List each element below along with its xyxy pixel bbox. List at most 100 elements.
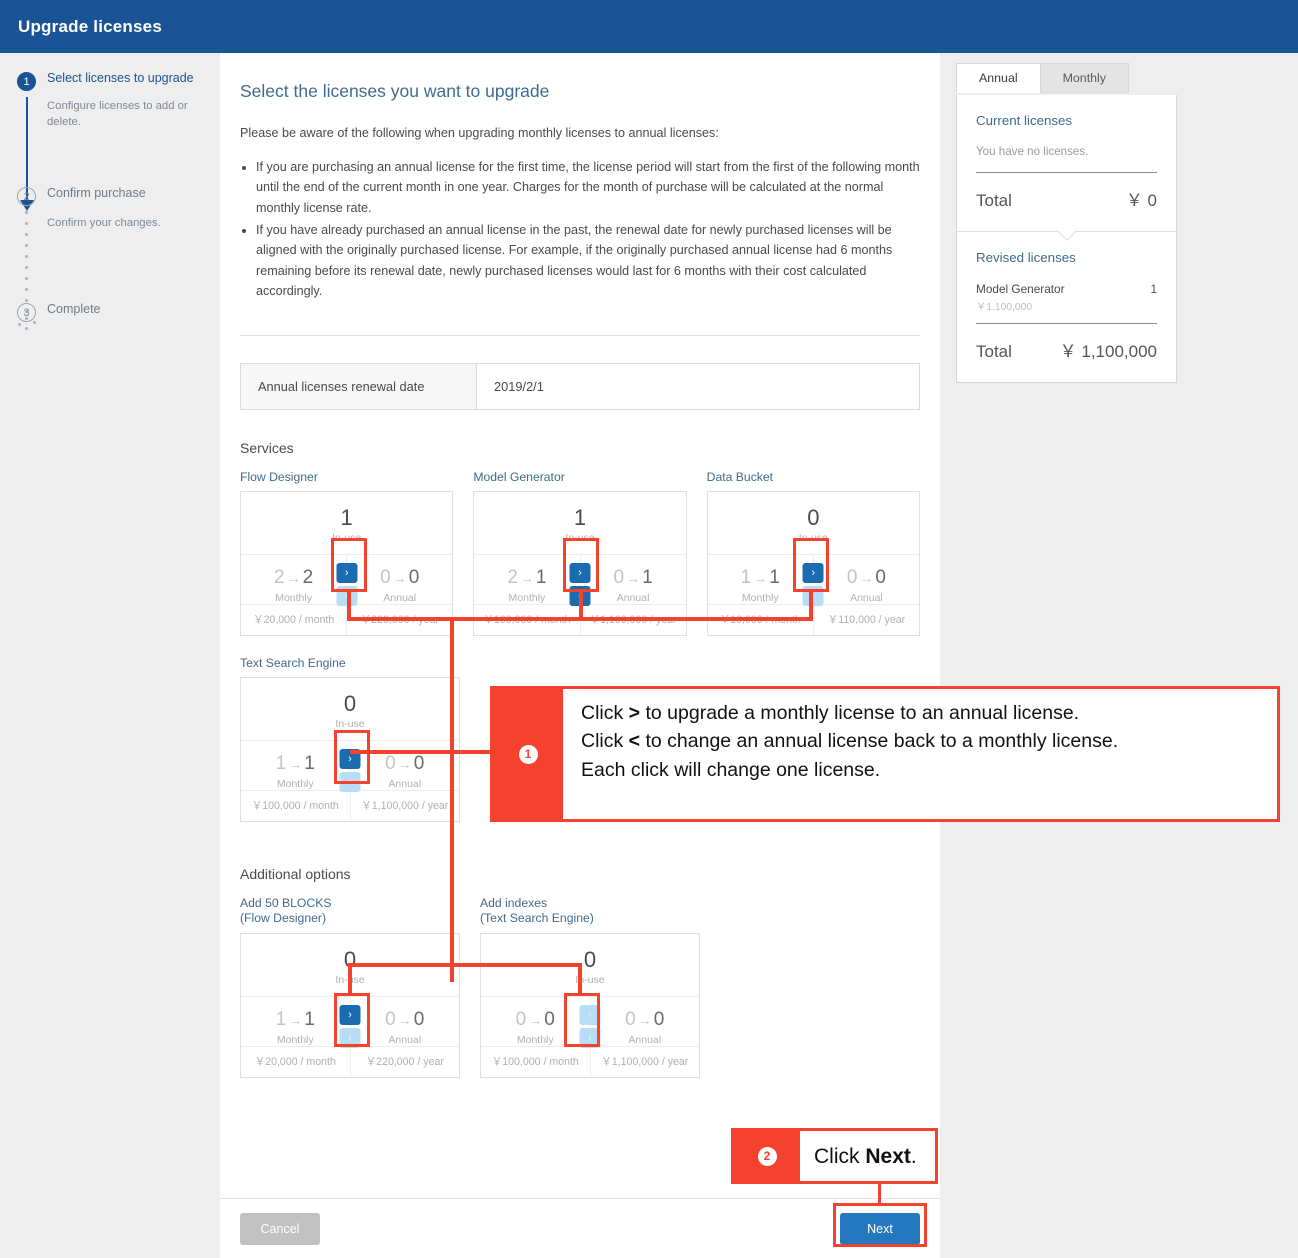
monthly-caption: Monthly — [275, 591, 312, 604]
notes-list: If you are purchasing an annual license … — [256, 157, 920, 302]
current-licenses-heading: Current licenses — [976, 113, 1073, 128]
monthly-from: 0 — [515, 1008, 527, 1030]
current-total-row: Total ￥ 0 — [976, 173, 1157, 211]
current-licenses-empty-text: You have no licenses. — [976, 145, 1089, 158]
intro-text: Please be aware of the following when up… — [240, 126, 719, 140]
annotation-line-2: Click < to change an annual license back… — [581, 730, 1119, 753]
annotation-next-text: Click Next. — [814, 1145, 917, 1168]
monthly-from: 1 — [740, 567, 752, 589]
annual-to: 1 — [642, 567, 653, 589]
option-name: Add 50 BLOCKS (Flow Designer) — [240, 896, 460, 927]
annotation-highlight-add-blocks-stepper — [334, 993, 370, 1047]
option-card-add-indexes: Add indexes (Text Search Engine) 0 In-use… — [480, 896, 700, 1078]
annual-price: ￥110,000 / year — [827, 613, 906, 626]
monthly-price: ￥100,000 / month — [481, 1046, 591, 1077]
transition-arrow-icon: → — [626, 570, 641, 587]
annual-to: 0 — [413, 1008, 425, 1030]
transition-arrow-icon: → — [397, 756, 412, 773]
current-total-value: ￥ 0 — [1125, 191, 1157, 210]
cancel-button[interactable]: Cancel — [240, 1213, 320, 1245]
annual-caption: Annual — [850, 591, 883, 604]
service-name: Data Bucket — [706, 469, 774, 484]
option-name-line2: (Text Search Engine) — [480, 911, 594, 926]
tab-annual[interactable]: Annual — [956, 63, 1041, 93]
in-use-caption: In-use — [335, 718, 365, 731]
revised-item-price: ￥1,100,000 — [976, 302, 1033, 313]
revised-total-label: Total — [976, 342, 1012, 361]
step-1-badge: 1 — [17, 72, 36, 91]
option-name-line1: Add 50 BLOCKS — [240, 896, 332, 911]
monthly-price: ￥100,000 / month — [241, 791, 351, 822]
monthly-price: ￥20,000 / month — [241, 1046, 351, 1077]
app-window: Upgrade licenses 1 Select licenses to up… — [0, 0, 1298, 1258]
tab-monthly[interactable]: Monthly — [1040, 63, 1129, 93]
monthly-from: 2 — [274, 567, 285, 589]
summary-tabs: Annual Monthly — [956, 63, 1129, 93]
step-3-badge: 3 — [17, 303, 36, 322]
monthly-caption: Monthly — [508, 591, 546, 604]
annotation-connector — [450, 617, 454, 982]
monthly-to: 1 — [304, 753, 315, 775]
wizard-step-rail: 1 Select licenses to upgrade Configure l… — [0, 53, 220, 1258]
monthly-to: 0 — [544, 1008, 555, 1030]
renewal-date-label: Annual licenses renewal date — [241, 363, 477, 409]
divider — [240, 334, 920, 336]
annual-section: 0 → 0 Annual — [814, 555, 919, 604]
monthly-to: 1 — [769, 567, 780, 589]
revised-total-value: ￥ 1,100,000 — [1059, 342, 1157, 361]
annual-section: 0 → 0 Annual — [591, 997, 700, 1046]
annual-to: 0 — [413, 753, 425, 775]
annotation-connector — [348, 963, 352, 995]
annual-caption: Annual — [628, 1033, 662, 1046]
annual-to: 0 — [408, 567, 420, 589]
summary-panel: Annual Monthly Current licenses You have… — [940, 53, 1298, 1258]
annual-from: 0 — [846, 567, 858, 589]
main-content-panel: Select the licenses you want to upgrade … — [220, 53, 940, 1258]
in-use-count: 0 — [583, 946, 597, 972]
annotation-connector — [809, 592, 813, 617]
annotation-line-3: Each click will change one license. — [581, 758, 881, 781]
transition-arrow-icon: → — [753, 570, 768, 587]
in-use-count: 1 — [340, 504, 353, 530]
transition-arrow-icon: → — [528, 1011, 543, 1028]
monthly-from: 2 — [507, 567, 518, 589]
annotation-highlight-next-button — [833, 1203, 927, 1247]
revised-total-row: Total ￥ 1,100,000 — [976, 324, 1157, 362]
annotation-callout-1-number: 1 — [493, 689, 563, 819]
transition-arrow-icon: → — [392, 570, 407, 587]
wizard-step-1[interactable]: 1 Select licenses to upgrade Configure l… — [17, 71, 197, 131]
annotation-callout-1-body: Click > to upgrade a monthly license to … — [563, 689, 1136, 819]
current-total-label: Total — [976, 191, 1012, 210]
renewal-date-table: Annual licenses renewal date 2019/2/1 — [240, 362, 920, 410]
step-3-title: Complete — [47, 302, 101, 316]
step-2-badge: 2 — [17, 187, 36, 206]
service-name: Text Search Engine — [240, 655, 346, 670]
current-licenses-block: Current licenses You have no licenses. T… — [957, 95, 1176, 231]
in-use-count: 1 — [573, 504, 587, 530]
monthly-to: 1 — [304, 1008, 315, 1030]
transition-arrow-icon: → — [288, 1011, 303, 1028]
transition-arrow-icon: → — [519, 570, 534, 587]
note-item: If you have already purchased an annual … — [256, 220, 920, 302]
annotation-connector — [348, 963, 582, 967]
note-item: If you are purchasing an annual license … — [256, 157, 920, 218]
annotation-connector — [350, 750, 372, 754]
summary-card: Current licenses You have no licenses. T… — [956, 95, 1177, 383]
wizard-step-2[interactable]: 2 Confirm purchase Confirm your changes. — [17, 186, 197, 231]
annotation-highlight-add-indexes-stepper — [564, 993, 600, 1047]
page-title: Select the licenses you want to upgrade — [240, 81, 550, 101]
wizard-step-3[interactable]: 3 Complete — [17, 302, 101, 322]
annual-from: 0 — [625, 1008, 636, 1030]
transition-arrow-icon: → — [397, 1011, 412, 1028]
annotation-connector — [347, 592, 351, 617]
transition-arrow-icon: → — [859, 570, 874, 587]
annual-price: ￥1,100,000 / year — [601, 1055, 689, 1068]
in-use-count: 0 — [343, 691, 357, 717]
monthly-from: 1 — [275, 753, 287, 775]
annual-price: ￥220,000 / year — [365, 1055, 444, 1068]
annotation-number-badge: 2 — [757, 1146, 777, 1166]
annotation-connector — [579, 592, 583, 617]
revised-licenses-heading: Revised licenses — [976, 250, 1076, 265]
transition-arrow-icon: → — [288, 756, 303, 773]
revised-licenses-block: Revised licenses Model Generator 1 ￥1,10… — [957, 232, 1176, 382]
